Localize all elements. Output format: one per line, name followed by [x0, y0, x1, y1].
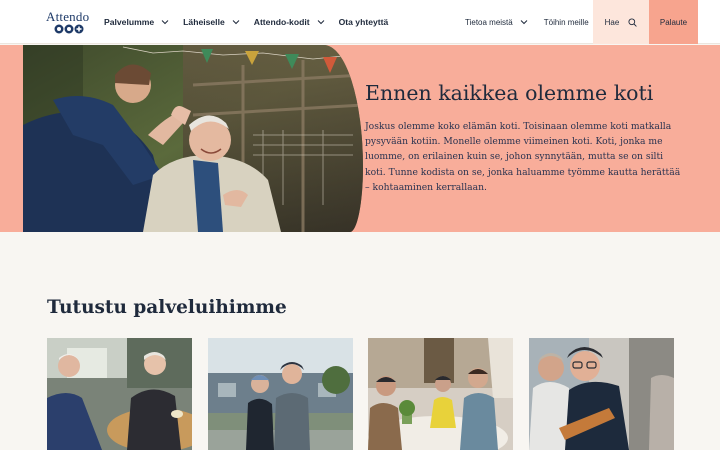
services-title: Tutustu palveluihimme	[47, 297, 287, 318]
nav-item-laheiselle[interactable]: Läheiselle	[183, 17, 240, 27]
site-header: Attendo Palvelumme Läheiselle Attendo-ko…	[0, 0, 720, 44]
service-card[interactable]	[47, 338, 192, 450]
nav-item-label: Attendo-kodit	[253, 17, 310, 27]
service-card-image	[368, 338, 513, 450]
feedback-label: Palaute	[659, 17, 688, 27]
chevron-down-icon	[317, 20, 324, 25]
search-icon	[628, 17, 638, 27]
service-card-image	[47, 338, 192, 450]
nav-link-tietoa-meista[interactable]: Tietoa meistä	[465, 18, 528, 27]
chevron-down-icon	[232, 20, 240, 25]
nav-item-palvelumme[interactable]: Palvelumme	[104, 17, 169, 27]
secondary-nav: Tietoa meistä Töihin meille	[465, 0, 605, 44]
chevron-down-icon	[161, 20, 169, 25]
nav-item-label: Läheiselle	[183, 17, 225, 27]
hero-photo-illustration	[23, 45, 363, 232]
hero-section: Ennen kaikkea olemme koti Joskus olemme …	[0, 45, 720, 232]
hero-title: Ennen kaikkea olemme koti	[365, 81, 654, 105]
service-card-image	[529, 338, 674, 450]
search-label: Hae	[604, 17, 620, 27]
hero-photo	[23, 45, 363, 232]
nav-item-ota-yhteytta[interactable]: Ota yhteyttä	[339, 17, 389, 27]
main-nav: Palvelumme Läheiselle Attendo-kodit Ota …	[104, 0, 402, 44]
nav-item-label: Ota yhteyttä	[338, 17, 389, 27]
feedback-button[interactable]: Palaute	[649, 0, 698, 44]
search-button[interactable]: Hae	[593, 0, 649, 44]
nav-item-label: Palvelumme	[104, 17, 155, 27]
service-card[interactable]	[368, 338, 513, 450]
logo-dots-icon	[54, 24, 84, 34]
service-card[interactable]	[208, 338, 353, 450]
chevron-down-icon	[520, 20, 528, 25]
nav-item-attendo-kodit[interactable]: Attendo-kodit	[254, 17, 325, 27]
nav-link-label: Töihin meille	[543, 17, 589, 27]
hero-body: Joskus olemme koko elämän koti. Toisinaa…	[365, 121, 681, 193]
service-card[interactable]	[529, 338, 674, 450]
nav-link-toihin-meille[interactable]: Töihin meille	[544, 18, 589, 27]
attendo-logo[interactable]: Attendo	[46, 9, 92, 35]
hero-text-block: Ennen kaikkea olemme koti Joskus olemme …	[365, 81, 685, 195]
nav-link-label: Tietoa meistä	[465, 17, 513, 27]
service-card-image	[208, 338, 353, 450]
